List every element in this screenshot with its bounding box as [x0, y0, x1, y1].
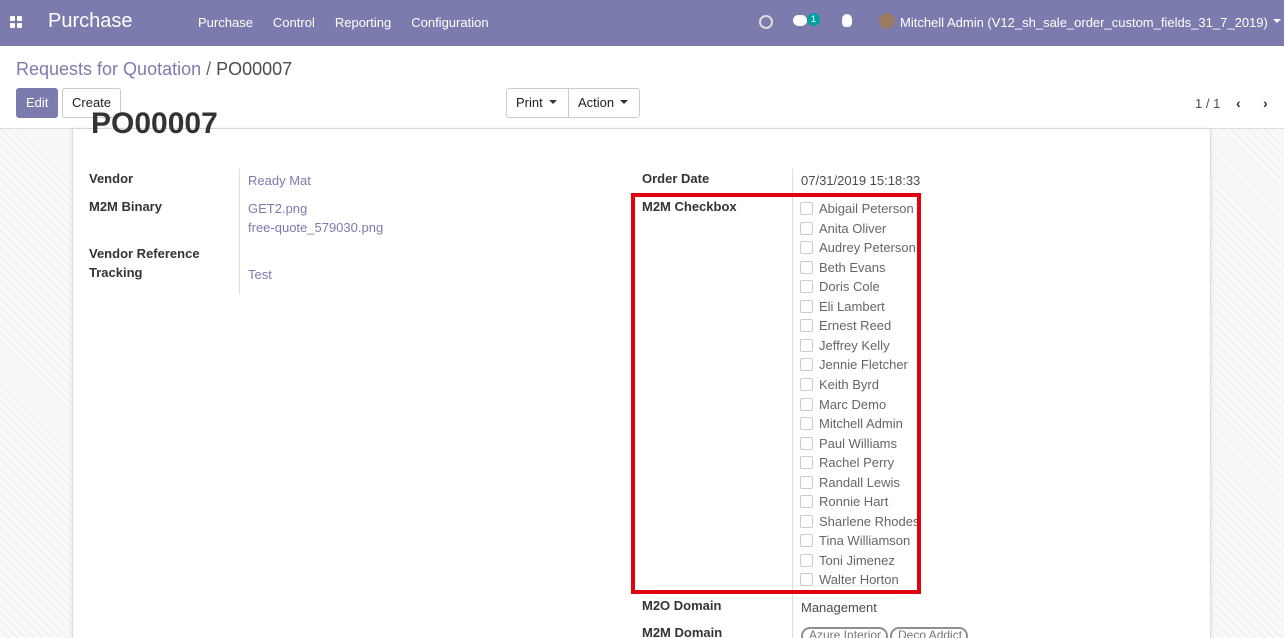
debug-bug-icon[interactable] [842, 14, 852, 27]
m2m-binary-file[interactable]: GET2.png [248, 201, 307, 216]
breadcrumb-current: PO00007 [216, 59, 293, 79]
m2o-domain-label: M2O Domain [642, 598, 722, 613]
action-label: Action [578, 95, 615, 110]
apps-menu-icon[interactable] [10, 16, 22, 28]
user-menu-caret-icon[interactable] [1273, 19, 1281, 23]
caret-down-icon [620, 99, 629, 104]
menu-item-control[interactable]: Control [273, 15, 315, 30]
order-date-value: 07/31/2019 15:18:33 [801, 173, 921, 188]
m2m-domain-label: M2M Domain [642, 625, 723, 638]
chevron-left-icon[interactable]: ‹ [1236, 95, 1241, 111]
user-menu[interactable]: Mitchell Admin (V12_sh_sale_order_custom… [900, 15, 1268, 30]
highlight-annotation-box [631, 193, 921, 594]
print-dropdown-button[interactable]: Print [506, 88, 569, 118]
chat-icon[interactable] [793, 15, 807, 26]
record-title: PO00007 [91, 107, 218, 140]
menu-item-reporting[interactable]: Reporting [335, 15, 391, 30]
m2m-binary-file[interactable]: free-quote_579030.png [248, 220, 383, 235]
main-menu: Purchase Control Reporting Configuration [198, 15, 489, 30]
chat-count-badge: 1 [807, 13, 821, 26]
breadcrumb-parent[interactable]: Requests for Quotation [16, 59, 201, 79]
breadcrumb-separator: / [206, 59, 212, 79]
action-dropdown-button[interactable]: Action [568, 88, 640, 118]
edit-button[interactable]: Edit [16, 88, 58, 118]
top-navbar: Purchase Purchase Control Reporting Conf… [0, 0, 1284, 46]
pager-value[interactable]: 1 / 1 [1195, 96, 1220, 111]
vendor-value[interactable]: Ready Mat [248, 173, 311, 188]
activity-clock-icon[interactable] [759, 15, 773, 29]
vendor-reference-label: Vendor Reference [89, 246, 200, 261]
order-date-label: Order Date [642, 171, 710, 186]
avatar[interactable] [879, 13, 895, 29]
app-brand[interactable]: Purchase [48, 10, 133, 33]
m2o-domain-value: Management [801, 600, 877, 615]
caret-down-icon [548, 99, 557, 104]
tracking-value[interactable]: Test [248, 267, 272, 282]
menu-item-configuration[interactable]: Configuration [411, 15, 488, 30]
tracking-label: Tracking [89, 265, 143, 280]
breadcrumb: Requests for Quotation / PO00007 [16, 59, 292, 80]
m2m-domain-tag[interactable]: Azure Interior [801, 627, 888, 638]
vendor-label: Vendor [89, 171, 134, 186]
chevron-right-icon[interactable]: › [1263, 95, 1268, 111]
m2m-domain-tag[interactable]: Deco Addict [890, 627, 968, 638]
print-label: Print [516, 95, 543, 110]
label-column-divider [239, 169, 240, 294]
menu-item-purchase[interactable]: Purchase [198, 15, 253, 30]
m2m-binary-label: M2M Binary [89, 199, 162, 214]
